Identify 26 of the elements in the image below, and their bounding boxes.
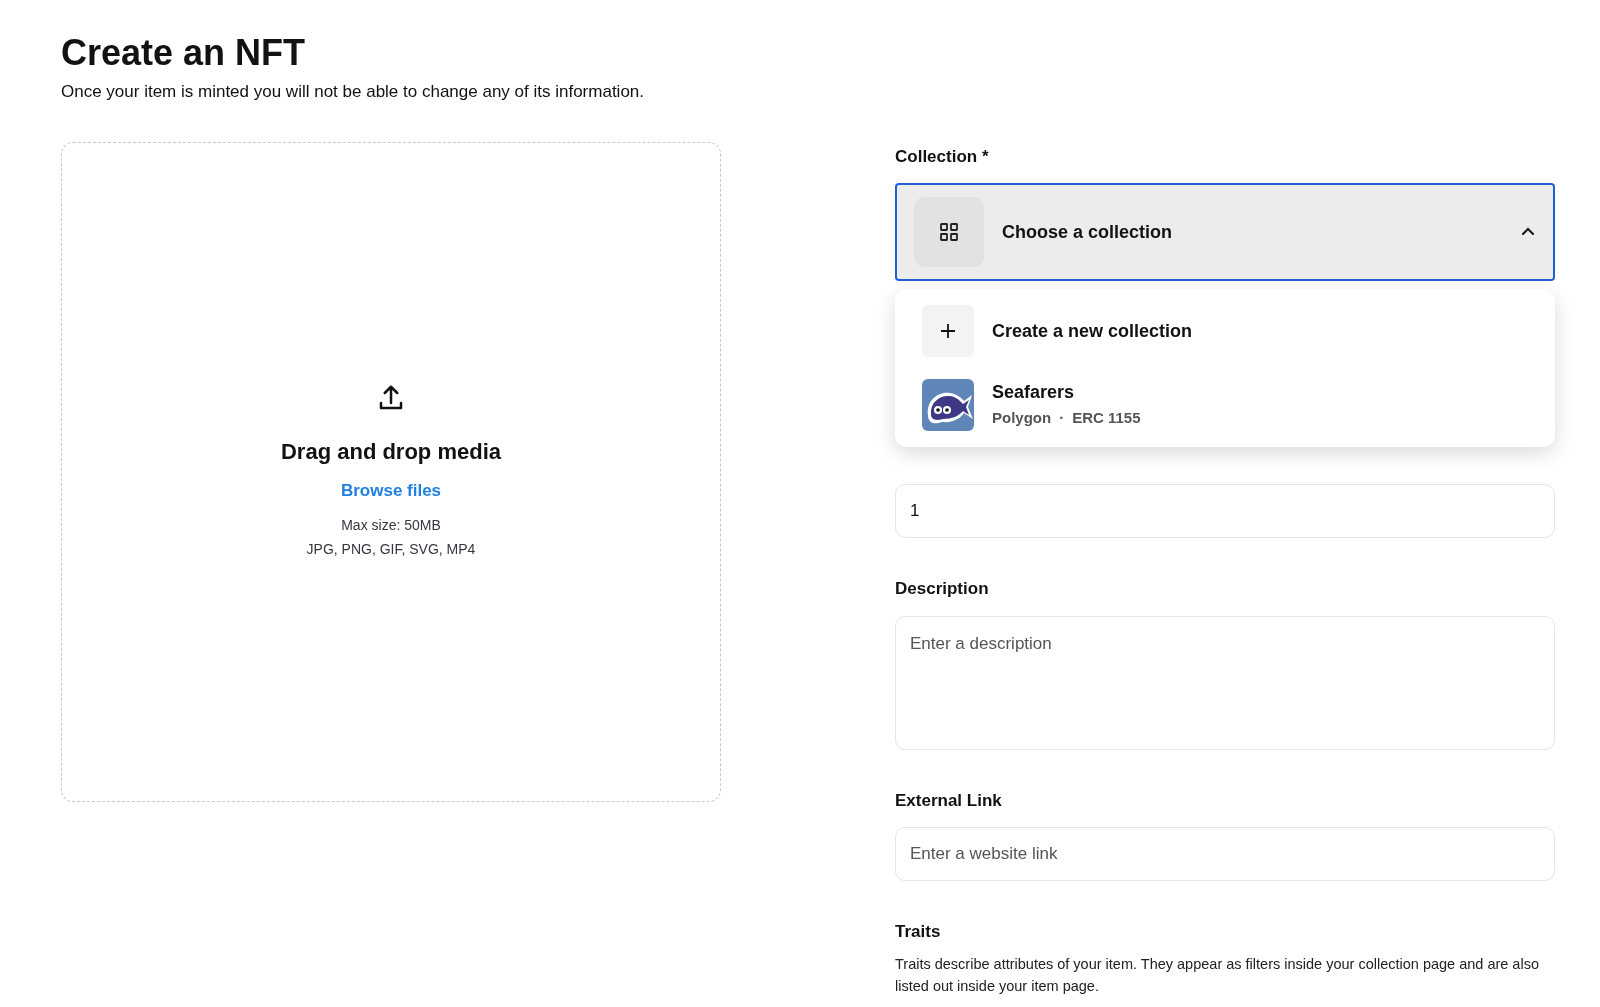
token-standard: ERC 1155 <box>1072 408 1141 428</box>
menu-item-title: Create a new collection <box>992 319 1193 343</box>
upload-heading: Drag and drop media <box>280 437 501 466</box>
plus-icon <box>940 323 956 339</box>
link-field[interactable]: Enter a website link <box>895 827 1555 881</box>
browse-files-link[interactable]: Browse files <box>340 477 442 504</box>
input-field[interactable]: 1 <box>895 484 1555 538</box>
field-label: Description <box>895 578 990 600</box>
fish-avatar-icon <box>922 379 974 431</box>
menu-item[interactable]: Seafarers Polygon · ERC 1155 <box>922 379 1528 431</box>
traits-description: Traits describe attributes of your item. They appear as filters inside your collection page and are also listed out inside your item page. <box>895 954 1540 996</box>
upload-dropzone[interactable]: Drag and drop media Browse files Max size: 50MB JPG, PNG, GIF, SVG, MP4 <box>61 141 721 802</box>
grid-icon <box>939 222 959 242</box>
field-label: Collection * <box>895 145 990 168</box>
field-label: External Link <box>895 789 1003 812</box>
collection-select[interactable]: Choose a collection <box>895 183 1555 281</box>
field-label: Traits <box>895 921 942 943</box>
separator-dot: · <box>1059 408 1065 428</box>
formats-text: JPG, PNG, GIF, SVG, MP4 <box>306 540 476 560</box>
menu-item-title: Seafarers <box>992 380 1076 403</box>
menu-item[interactable]: Create a new collection <box>922 305 1528 357</box>
page-subtitle: Once your item is minted you will not be able to change any of its information. <box>61 81 646 103</box>
max-size-text: Max size: 50MB <box>341 516 441 536</box>
description-field[interactable]: Enter a description <box>895 615 1555 750</box>
chain-name: Polygon <box>992 408 1052 428</box>
page-title: Create an NFT <box>61 31 307 75</box>
